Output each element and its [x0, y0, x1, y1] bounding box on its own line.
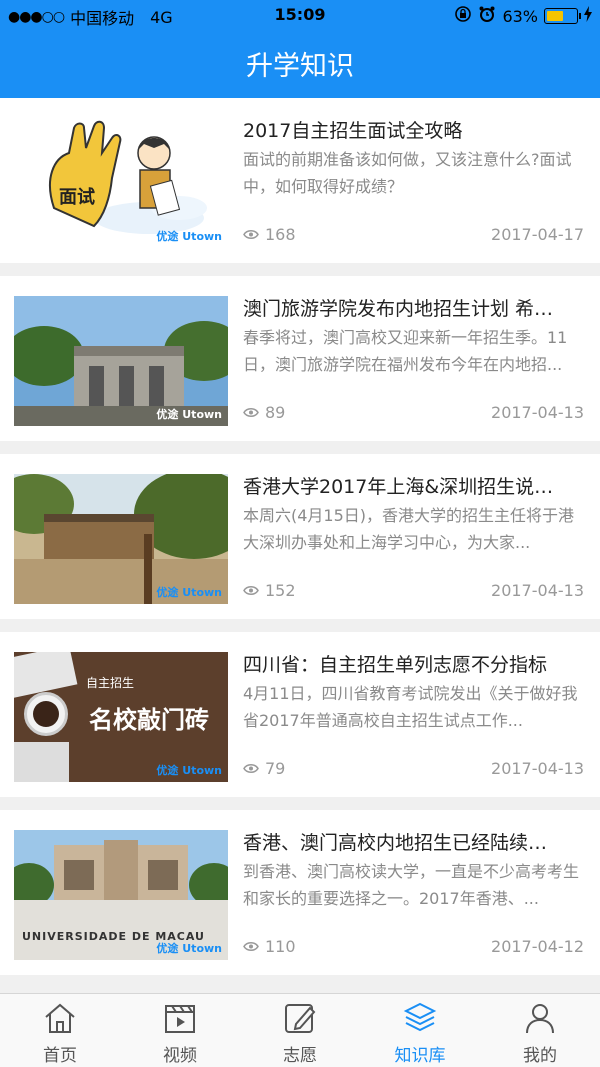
view-count-value: 110 [265, 937, 296, 956]
thumb-watermark: 优途 Utown [156, 586, 222, 599]
article-card[interactable]: 面试 优途 Utown 2017自主招生面试全攻略 面试的前期准备该如何做，又该… [0, 98, 600, 263]
article-title[interactable]: 澳门旅游学院发布内地招生计划 希… [243, 294, 573, 321]
thumb-caption: 名校敲门砖 [89, 706, 209, 734]
page-title: 升学知识 [246, 51, 354, 82]
article-date: 2017-04-12 [491, 937, 584, 956]
battery-percent: 63% [502, 6, 538, 26]
tab-profile[interactable]: 我的 [480, 994, 600, 1067]
tab-label: 我的 [523, 1046, 557, 1066]
view-count-value: 152 [265, 581, 296, 600]
article-card[interactable]: 自主招生 名校敲门砖 优途 Utown 四川省：自主招生单列志愿不分指标 4月1… [0, 632, 600, 797]
article-date: 2017-04-17 [491, 225, 584, 244]
tab-home[interactable]: 首页 [0, 994, 120, 1067]
thumb-watermark: 优途 Utown [156, 942, 222, 955]
view-count: 168 [243, 225, 296, 244]
view-count: 110 [243, 937, 296, 956]
status-right: 63% [454, 5, 592, 27]
tab-video[interactable]: 视频 [120, 994, 240, 1067]
tab-label: 志愿 [283, 1046, 317, 1066]
article-title[interactable]: 香港、澳门高校内地招生已经陆续… [243, 828, 573, 855]
view-count: 152 [243, 581, 296, 600]
home-icon [45, 1003, 75, 1033]
article-summary: 本周六(4月15日)，香港大学的招生主任将于港大深圳办事处和上海学习中心，为大家… [243, 506, 575, 552]
tab-bar: 首页 视频 志愿 知识库 我的 [0, 993, 600, 1067]
nav-bar: 升学知识 [0, 30, 600, 98]
article-card[interactable]: 优途 Utown 澳门旅游学院发布内地招生计划 希… 春季将过，澳门高校又迎来新… [0, 276, 600, 441]
article-summary: 到香港、澳门高校读大学，一直是不少高考考生和家长的重要选择之一。2017年香港、… [243, 862, 580, 908]
tab-label: 视频 [163, 1046, 197, 1066]
article-title[interactable]: 香港大学2017年上海&深圳招生说… [243, 472, 573, 499]
article-title[interactable]: 2017自主招生面试全攻略 [243, 116, 573, 143]
article-summary: 面试的前期准备该如何做，又该注意什么?面试中，如何取得好成绩？ [243, 150, 572, 196]
battery-level-fill [547, 11, 564, 21]
charging-icon [584, 6, 592, 26]
user-icon [526, 1004, 554, 1034]
battery-icon [544, 8, 581, 24]
view-count: 79 [243, 759, 285, 778]
status-bar: ●●●○○ 中国移动 4G 15:09 63% [0, 0, 600, 30]
thumb-watermark: 优途 Utown [156, 764, 222, 777]
video-icon [165, 1005, 195, 1033]
article-thumbnail: 优途 Utown [14, 474, 228, 604]
tab-knowledge[interactable]: 知识库 [360, 994, 480, 1067]
article-summary: 4月11日，四川省教育考试院发出《关于做好我省2017年普通高校自主招生试点工作… [243, 684, 578, 730]
view-count-value: 79 [265, 759, 286, 778]
tab-volunteer[interactable]: 志愿 [240, 994, 360, 1067]
article-thumbnail: 自主招生 名校敲门砖 优途 Utown [14, 652, 228, 782]
eye-icon [243, 764, 259, 773]
article-thumbnail: 面试 优途 Utown [14, 118, 228, 248]
thumb-caption: 面试 [59, 186, 95, 208]
article-date: 2017-04-13 [491, 759, 584, 778]
article-card[interactable]: UNIVERSIDADE DE MACAU 优途 Utown 香港、澳门高校内地… [0, 810, 600, 975]
article-card[interactable]: 优途 Utown 香港大学2017年上海&深圳招生说… 本周六(4月15日)，香… [0, 454, 600, 619]
view-count-value: 168 [265, 225, 296, 244]
eye-icon [243, 230, 259, 239]
thumb-watermark: 优途 Utown [156, 408, 222, 421]
article-date: 2017-04-13 [491, 581, 584, 600]
eye-icon [243, 942, 259, 951]
tab-label: 首页 [43, 1046, 77, 1066]
alarm-icon [478, 5, 496, 27]
thumb-caption-small: 自主招生 [86, 676, 135, 690]
tab-label: 知识库 [394, 1046, 446, 1066]
eye-icon [243, 586, 259, 595]
orientation-lock-icon [454, 5, 472, 27]
article-thumbnail: UNIVERSIDADE DE MACAU 优途 Utown [14, 830, 228, 960]
thumb-watermark: 优途 Utown [156, 230, 222, 243]
edit-icon [285, 1004, 316, 1033]
article-title[interactable]: 四川省：自主招生单列志愿不分指标 [243, 650, 573, 677]
eye-icon [243, 408, 259, 417]
view-count: 89 [243, 403, 285, 422]
article-thumbnail: 优途 Utown [14, 296, 228, 426]
article-date: 2017-04-13 [491, 403, 584, 422]
view-count-value: 89 [265, 403, 286, 422]
article-summary: 春季将过，澳门高校又迎来新一年招生季。11日，澳门旅游学院在福州发布今年在内地招… [243, 328, 568, 374]
layers-icon [403, 1002, 437, 1032]
